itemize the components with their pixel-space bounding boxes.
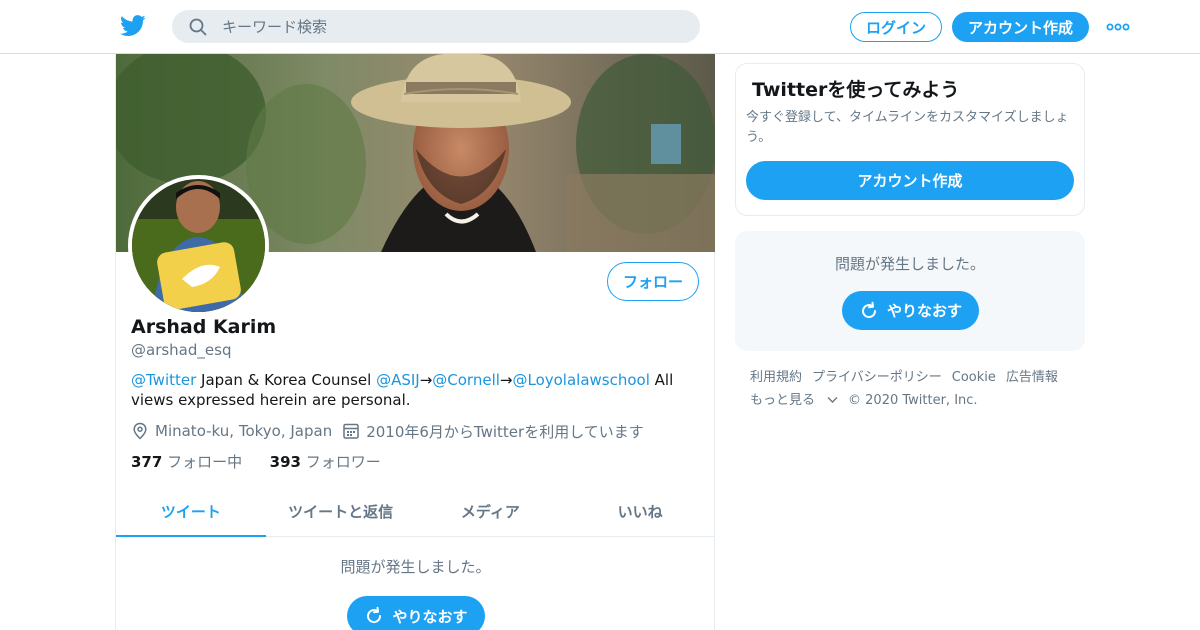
following-label: フォロー中 (167, 453, 243, 471)
profile-location: Minato-ku, Tokyo, Japan (155, 422, 333, 440)
timeline-retry-button[interactable]: やりなおす (347, 596, 485, 630)
profile-stats: 377 フォロー中 393 フォロワー (131, 451, 381, 472)
footer-link-terms[interactable]: 利用規約 (750, 370, 802, 385)
bio-text: Japan & Korea Counsel (196, 371, 377, 389)
followers-stat[interactable]: 393 フォロワー (270, 453, 381, 471)
tab-tweets-and-replies[interactable]: ツイートと返信 (266, 486, 416, 536)
footer-more-label: もっと見る (750, 393, 816, 408)
bio-mention-loyolalawschool[interactable]: @Loyolalawschool (512, 371, 649, 389)
profile-tabs: ツイート ツイートと返信 メディア いいね (116, 486, 715, 537)
chevron-down-icon (827, 397, 838, 403)
top-navigation-bar: ログイン アカウント作成 (0, 0, 1200, 54)
timeline-error-message: 問題が発生しました。 (340, 558, 491, 576)
signup-card-button[interactable]: アカウント作成 (746, 161, 1074, 200)
signup-button[interactable]: アカウント作成 (952, 12, 1089, 42)
tab-media[interactable]: メディア (416, 486, 566, 536)
footer-copyright: © 2020 Twitter, Inc. (848, 393, 978, 408)
footer-link-cookie[interactable]: Cookie (952, 370, 996, 385)
bio-mention-cornell[interactable]: @Cornell (432, 371, 500, 389)
bio-mention-twitter[interactable]: @Twitter (131, 371, 196, 389)
followers-count: 393 (269, 453, 301, 471)
search-bar[interactable] (172, 10, 700, 43)
following-count: 377 (131, 453, 163, 471)
profile-handle[interactable]: @arshad_esq (131, 341, 231, 359)
sidebar-error-card: 問題が発生しました。 やりなおす (735, 231, 1085, 351)
bio-arrow: → (419, 371, 433, 389)
footer-link-ads-info[interactable]: 広告情報 (1006, 370, 1058, 385)
retry-label: やりなおす (392, 607, 468, 626)
calendar-icon (343, 423, 359, 439)
signup-card-title: Twitterを使ってみよう (752, 79, 960, 101)
sidebar-error-message: 問題が発生しました。 (834, 255, 985, 273)
profile-join-date: 2010年6月からTwitterを利用しています (366, 422, 644, 441)
search-icon (189, 18, 207, 36)
login-button[interactable]: ログイン (850, 12, 942, 42)
footer-more-button[interactable]: もっと見る (750, 393, 838, 408)
search-input[interactable] (222, 10, 682, 43)
sidebar-retry-button[interactable]: やりなおす (842, 291, 979, 330)
refresh-icon (862, 301, 876, 318)
follow-button[interactable]: フォロー (607, 262, 699, 301)
followers-label: フォロワー (305, 453, 381, 471)
profile-bio: @Twitter Japan & Korea Counsel @ASIJ→@Co… (131, 370, 701, 410)
signup-card-description: 今すぐ登録して、タイムラインをカスタマイズしましょう。 (746, 110, 1069, 145)
profile-meta: Minato-ku, Tokyo, Japan 2010年6月からTwitter… (131, 420, 644, 442)
bio-arrow: → (499, 371, 513, 389)
profile-name: Arshad Karim (131, 316, 277, 338)
following-stat[interactable]: 377 フォロー中 (131, 453, 242, 471)
profile-column: フォロー Arshad Karim @arshad_esq @Twitter J… (115, 54, 715, 630)
signup-card: Twitterを使ってみよう 今すぐ登録して、タイムラインをカスタマイズしましょ… (735, 63, 1085, 216)
location-pin-icon (133, 422, 147, 440)
refresh-icon (367, 606, 382, 624)
twitter-bird-icon[interactable] (120, 14, 146, 38)
sidebar-footer: 利用規約 プライバシーポリシー Cookie 広告情報 もっと見る © 2020 Twi… (750, 366, 1080, 412)
avatar[interactable] (128, 175, 269, 316)
footer-link-privacy[interactable]: プライバシーポリシー (812, 370, 942, 385)
more-dots-icon[interactable] (1106, 17, 1130, 37)
tab-likes[interactable]: いいね (565, 486, 715, 536)
bio-mention-asij[interactable]: @ASIJ (376, 371, 420, 389)
retry-label: やりなおす (886, 302, 962, 320)
tab-tweets[interactable]: ツイート (116, 486, 266, 537)
